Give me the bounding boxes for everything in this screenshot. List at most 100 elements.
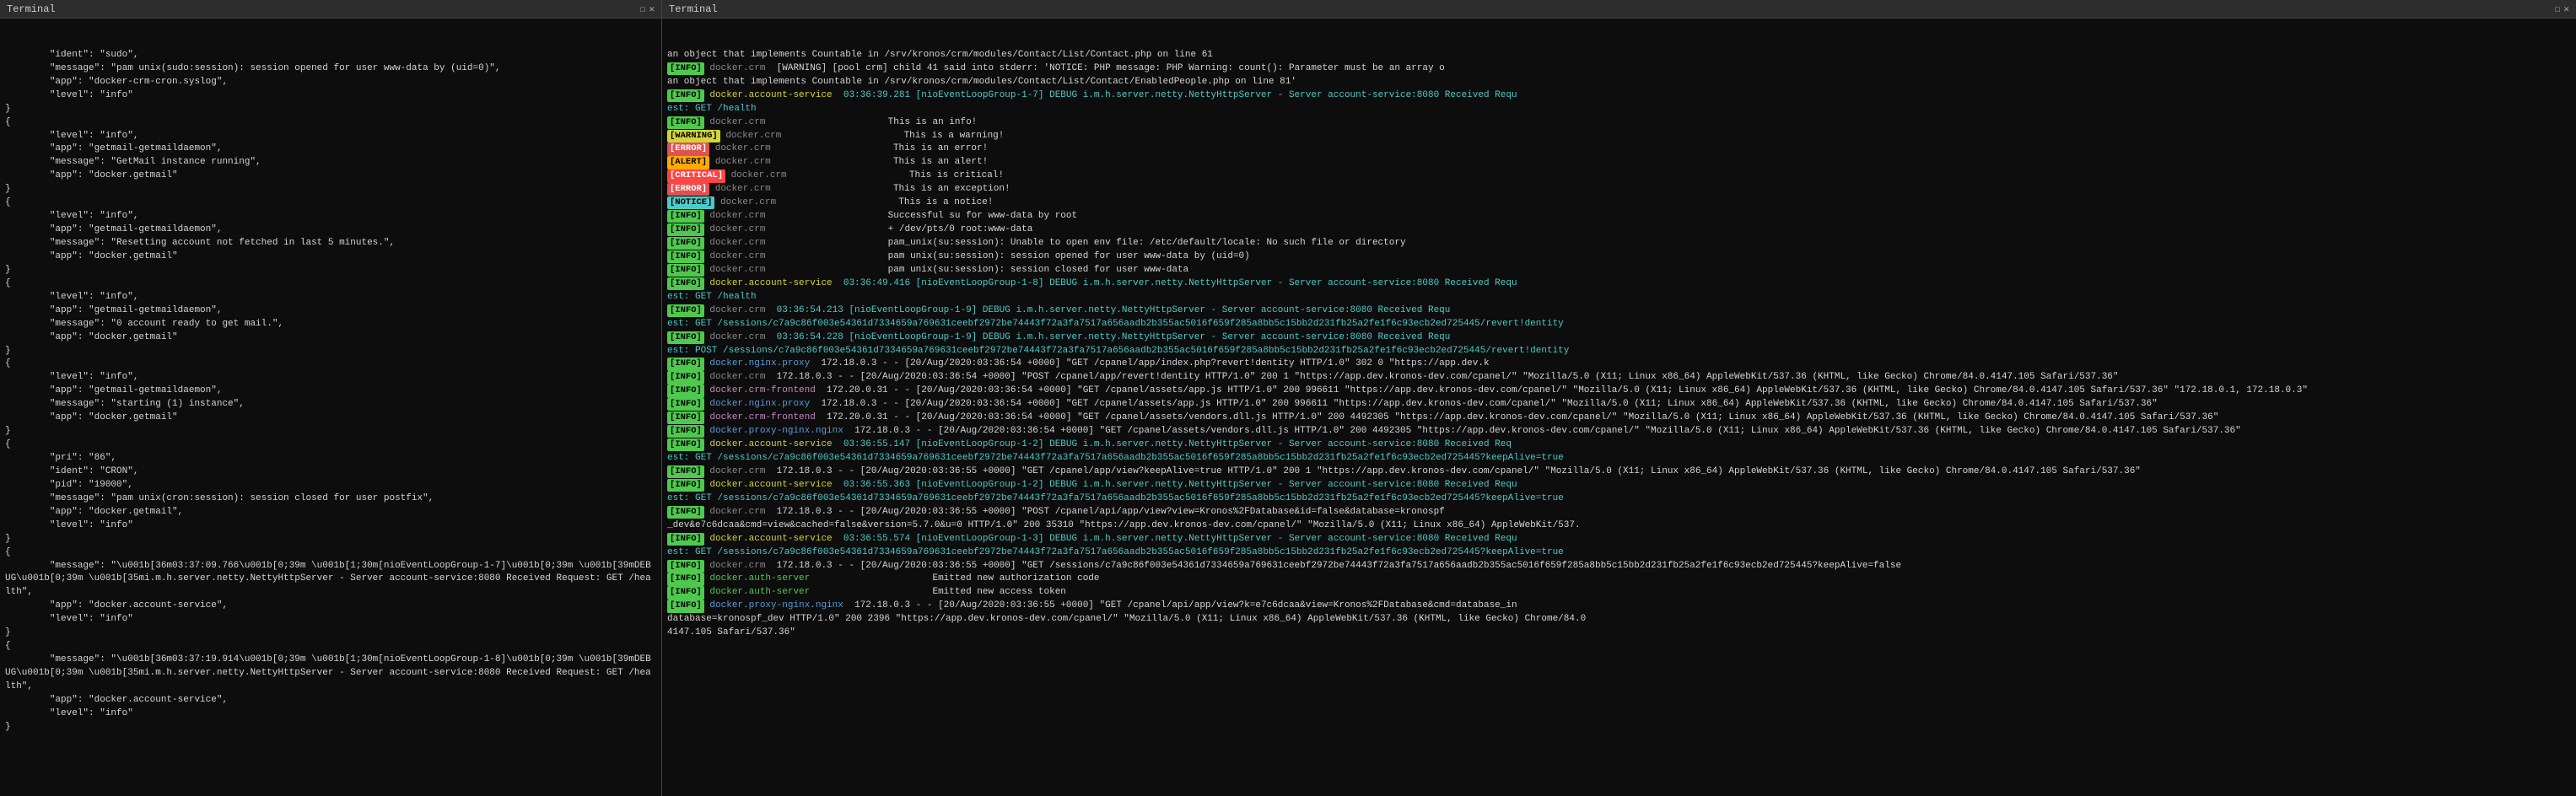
log-text: pam_unix(su:session): Unable to open env… [777, 238, 1406, 248]
log-level-badge: [INFO] [667, 465, 704, 478]
log-text: 03:36:54.228 [nioEventLoopGroup-1-9] DEB… [777, 332, 1451, 342]
log-text: { [5, 439, 11, 449]
log-source: docker.crm [725, 131, 781, 141]
log-line: [ERROR] docker.crm This is an exception! [667, 183, 2571, 196]
right-maximize-icon[interactable]: ☐ [2555, 3, 2561, 15]
log-level-badge: [INFO] [667, 358, 704, 370]
log-line: [INFO] docker.account-service 03:36:49.4… [667, 277, 2571, 291]
log-text: _dev&e7c6dcaa&cmd=view&cached=false&vers… [667, 520, 1581, 530]
log-text: "app": "getmail-getmaildaemon", [5, 385, 222, 395]
log-text: "message": "\u001b[36m03:37:09.766\u001b… [5, 561, 651, 598]
right-titlebar-icons: ☐ ✕ [2555, 3, 2569, 15]
log-line: [ERROR] docker.crm This is an error! [667, 143, 2571, 156]
maximize-icon[interactable]: ☐ [640, 3, 646, 15]
log-text: "message": "Resetting account not fetche… [5, 238, 395, 248]
log-source: docker.crm [720, 197, 776, 207]
log-level-badge: [INFO] [667, 371, 704, 384]
log-source: docker.crm [715, 184, 771, 194]
log-text: } [5, 627, 11, 637]
log-source: docker.crm [709, 238, 765, 248]
log-source: docker.account-service [709, 90, 832, 100]
right-close-icon[interactable]: ✕ [2563, 3, 2569, 15]
log-line: } [5, 103, 656, 116]
log-line: "message": "0 account ready to get mail.… [5, 318, 656, 331]
log-line: "level": "info", [5, 210, 656, 223]
log-text: This is an info! [777, 117, 978, 127]
log-level-badge: [INFO] [667, 116, 704, 129]
right-terminal-content[interactable]: an object that implements Countable in /… [662, 19, 2576, 796]
log-text: "app": "docker.account-service", [5, 695, 228, 705]
log-source: docker.nginx.proxy [709, 358, 810, 368]
log-level-badge: [INFO] [667, 89, 704, 102]
log-source: docker.crm [709, 507, 765, 517]
log-line: "level": "info" [5, 613, 656, 627]
log-text: 03:36:55.147 [nioEventLoopGroup-1-2] DEB… [843, 439, 1512, 449]
log-line: [INFO] docker.nginx.proxy 172.18.0.3 - -… [667, 358, 2571, 371]
left-terminal-title: Terminal [7, 3, 56, 15]
log-text: } [5, 184, 11, 194]
log-source: docker.crm [709, 211, 765, 221]
log-line: "app": "getmail-getmaildaemon", [5, 223, 656, 237]
log-text: This is a warning! [793, 131, 1005, 141]
log-source: docker.auth-server [709, 587, 810, 597]
log-text: "level": "info", [5, 211, 138, 221]
log-source: docker.crm [709, 251, 765, 261]
log-line: "level": "info" [5, 89, 656, 103]
log-source: docker.crm [709, 332, 765, 342]
log-text: "message": "starting (1) instance", [5, 399, 245, 409]
log-line: [INFO] docker.auth-server Emitted new au… [667, 573, 2571, 586]
left-terminal-content[interactable]: "ident": "sudo", "message": "pam unix(su… [0, 19, 661, 796]
log-level-badge: [INFO] [667, 586, 704, 599]
log-line: [CRITICAL] docker.crm This is critical! [667, 169, 2571, 183]
left-titlebar-left: Terminal [7, 3, 56, 15]
log-text: "app": "getmail-getmaildaemon", [5, 224, 222, 234]
log-text: Emitted new access token [821, 587, 1065, 597]
log-text: "pid": "19000", [5, 480, 133, 490]
log-line: "app": "getmail-getmaildaemon", [5, 304, 656, 318]
log-text: 03:36:55.363 [nioEventLoopGroup-1-2] DEB… [843, 480, 1517, 490]
log-line: "level": "info", [5, 371, 656, 385]
log-text: 172.18.0.3 - - [20/Aug/2020:03:36:54 +00… [821, 399, 2157, 409]
log-text: est: GET /health [667, 104, 757, 114]
log-level-badge: [INFO] [667, 237, 704, 250]
log-level-badge: [INFO] [667, 331, 704, 344]
log-text: 172.20.0.31 - - [20/Aug/2020:03:36:54 +0… [827, 412, 2218, 422]
left-terminal-titlebar: Terminal ☐ ✕ [0, 0, 661, 19]
close-icon[interactable]: ✕ [649, 3, 655, 15]
log-line: [INFO] docker.crm This is an info! [667, 116, 2571, 130]
log-text: [WARNING] [pool crm] child 41 said into … [777, 63, 1445, 73]
left-terminal-pane: Terminal ☐ ✕ "ident": "sudo", "message":… [0, 0, 662, 796]
log-line: { [5, 277, 656, 291]
log-line: "level": "info" [5, 707, 656, 721]
log-line: { [5, 116, 656, 130]
log-level-badge: [INFO] [667, 223, 704, 236]
log-text: "app": "docker.getmail", [5, 507, 183, 517]
log-level-badge: [INFO] [667, 479, 704, 492]
log-line: [INFO] docker.crm Successful su for www-… [667, 210, 2571, 223]
log-text: "message": "pam unix(sudo:session): sess… [5, 63, 501, 73]
log-source: docker.crm-frontend [709, 385, 815, 395]
log-text: pam unix(su:session): session closed for… [777, 265, 1188, 275]
log-line: "app": "getmail-getmaildaemon", [5, 143, 656, 156]
log-source: docker.nginx.proxy [709, 399, 810, 409]
log-text: } [5, 265, 11, 275]
log-text: est: POST /sessions/c7a9c86f003e54361d73… [667, 346, 1569, 356]
log-text: "app": "docker.getmail" [5, 170, 178, 180]
log-text: "message": "0 account ready to get mail.… [5, 319, 283, 329]
log-source: docker.crm [709, 224, 765, 234]
log-line: [INFO] docker.auth-server Emitted new ac… [667, 586, 2571, 600]
log-line: [INFO] docker.account-service 03:36:55.3… [667, 479, 2571, 492]
log-text: "level": "info", [5, 131, 138, 141]
log-text: Successful su for www-data by root [777, 211, 1077, 221]
log-source: docker.account-service [709, 278, 832, 288]
log-text: "level": "info" [5, 90, 133, 100]
log-level-badge: [INFO] [667, 304, 704, 317]
log-line: "app": "docker.getmail" [5, 331, 656, 345]
log-line: [INFO] docker.account-service 03:36:55.1… [667, 438, 2571, 452]
log-level-badge: [INFO] [667, 438, 704, 451]
log-level-badge: [ERROR] [667, 183, 709, 196]
log-text: This is an exception! [782, 184, 1010, 194]
log-line: "app": "docker.account-service", [5, 600, 656, 613]
log-line: "pri": "86", [5, 452, 656, 465]
log-line: [INFO] docker.proxy-nginx.nginx 172.18.0… [667, 425, 2571, 438]
